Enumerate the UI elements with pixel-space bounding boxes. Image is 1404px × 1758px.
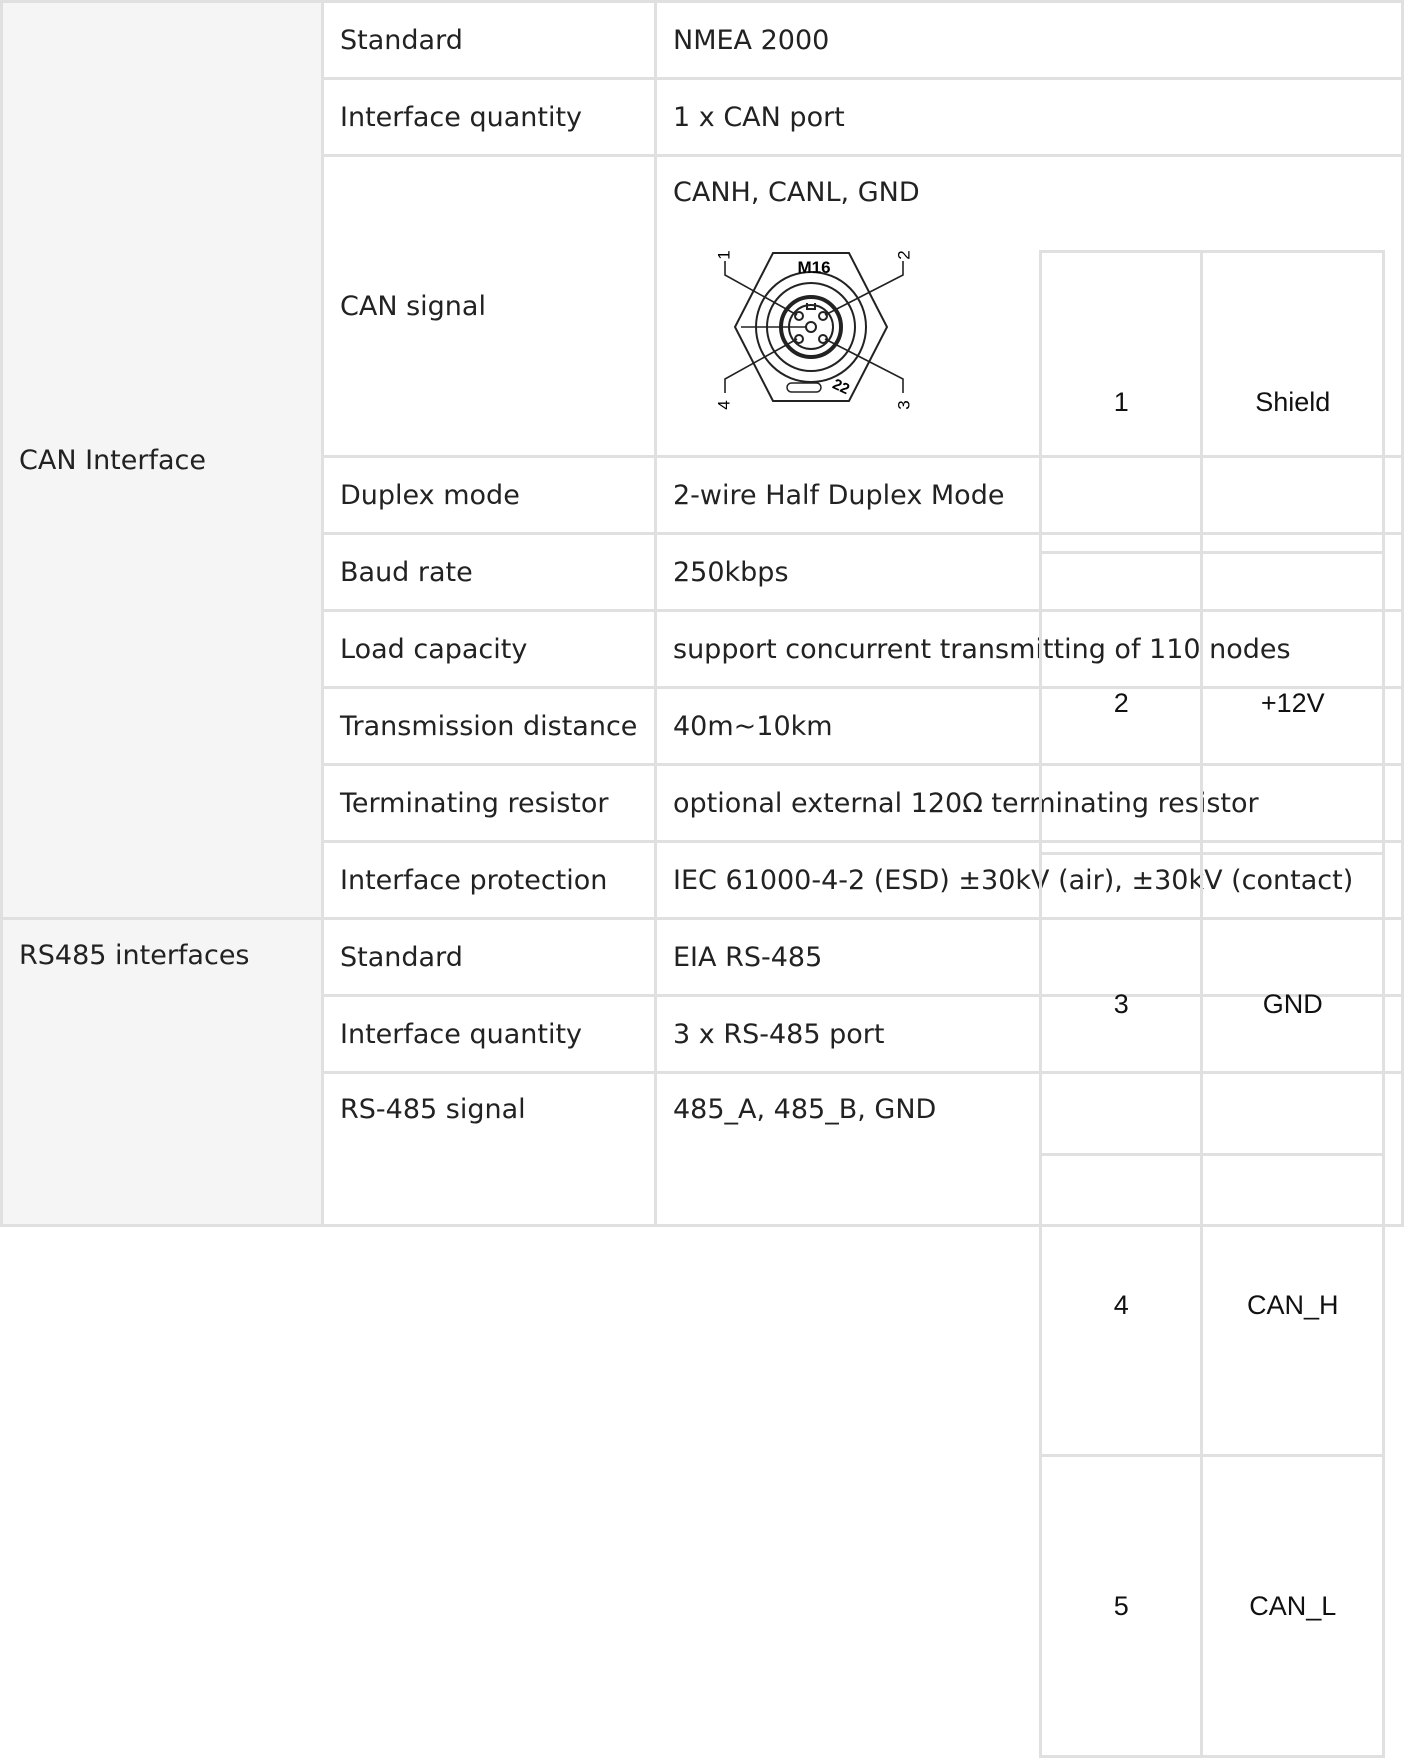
param-label: Interface protection [321,840,657,920]
param-value: CANH, CANL, GND [673,177,920,208]
pin-signal: GND [1200,852,1385,1156]
connector-stamp: 22 [830,376,852,398]
pin-label: 1 [714,250,733,259]
param-label: RS-485 signal [321,1071,657,1227]
table-row: 4 CAN_H [1038,1153,1385,1457]
table-row: 5 CAN_L [1038,1454,1385,1758]
pin-number: 3 [1038,852,1204,1156]
table-row: 2 +12V [1038,551,1385,855]
spec-table: CAN Interface Standard NMEA 2000 Interfa… [0,0,1404,1758]
group-label-can: CAN Interface [0,0,324,920]
group-label-rs485: RS485 interfaces [0,917,324,1227]
pin-number: 4 [1038,1153,1204,1457]
m16-connector-diagram: 1 2 3 4 5 M16 22 [714,250,911,409]
pin-label: 2 [894,250,911,259]
param-label: Terminating resistor [321,763,657,843]
table-row: 1 Shield [1038,250,1385,554]
table-row: 3 GND [1038,852,1385,1156]
pin-signal: Shield [1200,250,1385,554]
pin-signal: CAN_H [1200,1153,1385,1457]
param-label: Baud rate [321,532,657,612]
pin-number: 2 [1038,551,1204,855]
param-value: 1 x CAN port [654,77,1404,157]
param-label: Transmission distance [321,686,657,766]
pinout-table: 1 Shield 2 +12V 3 GND 4 CAN_H 5 CAN_L [1038,250,1385,1758]
table-row: CAN Interface Standard NMEA 2000 [0,0,1404,920]
pin-signal: +12V [1200,551,1385,855]
connector-model-label: M16 [797,258,830,277]
pin-label: 3 [894,400,911,409]
pin-number: 5 [1038,1454,1204,1758]
param-label: Standard [321,0,657,80]
pin-signal: CAN_L [1200,1454,1385,1758]
pin-number: 1 [1038,250,1204,554]
pin-center [805,321,817,333]
param-label: Interface quantity [321,994,657,1074]
param-label: CAN signal [321,154,657,458]
pin-label: 4 [714,400,733,409]
can-signal-cell: CANH, CANL, GND 1 4 M16 22 1 Shield 2 +1… [654,154,1404,1758]
param-label: Load capacity [321,609,657,689]
param-label: Interface quantity [321,77,657,157]
param-label: Standard [321,917,657,997]
param-label: Duplex mode [321,455,657,535]
param-value: NMEA 2000 [654,0,1404,80]
